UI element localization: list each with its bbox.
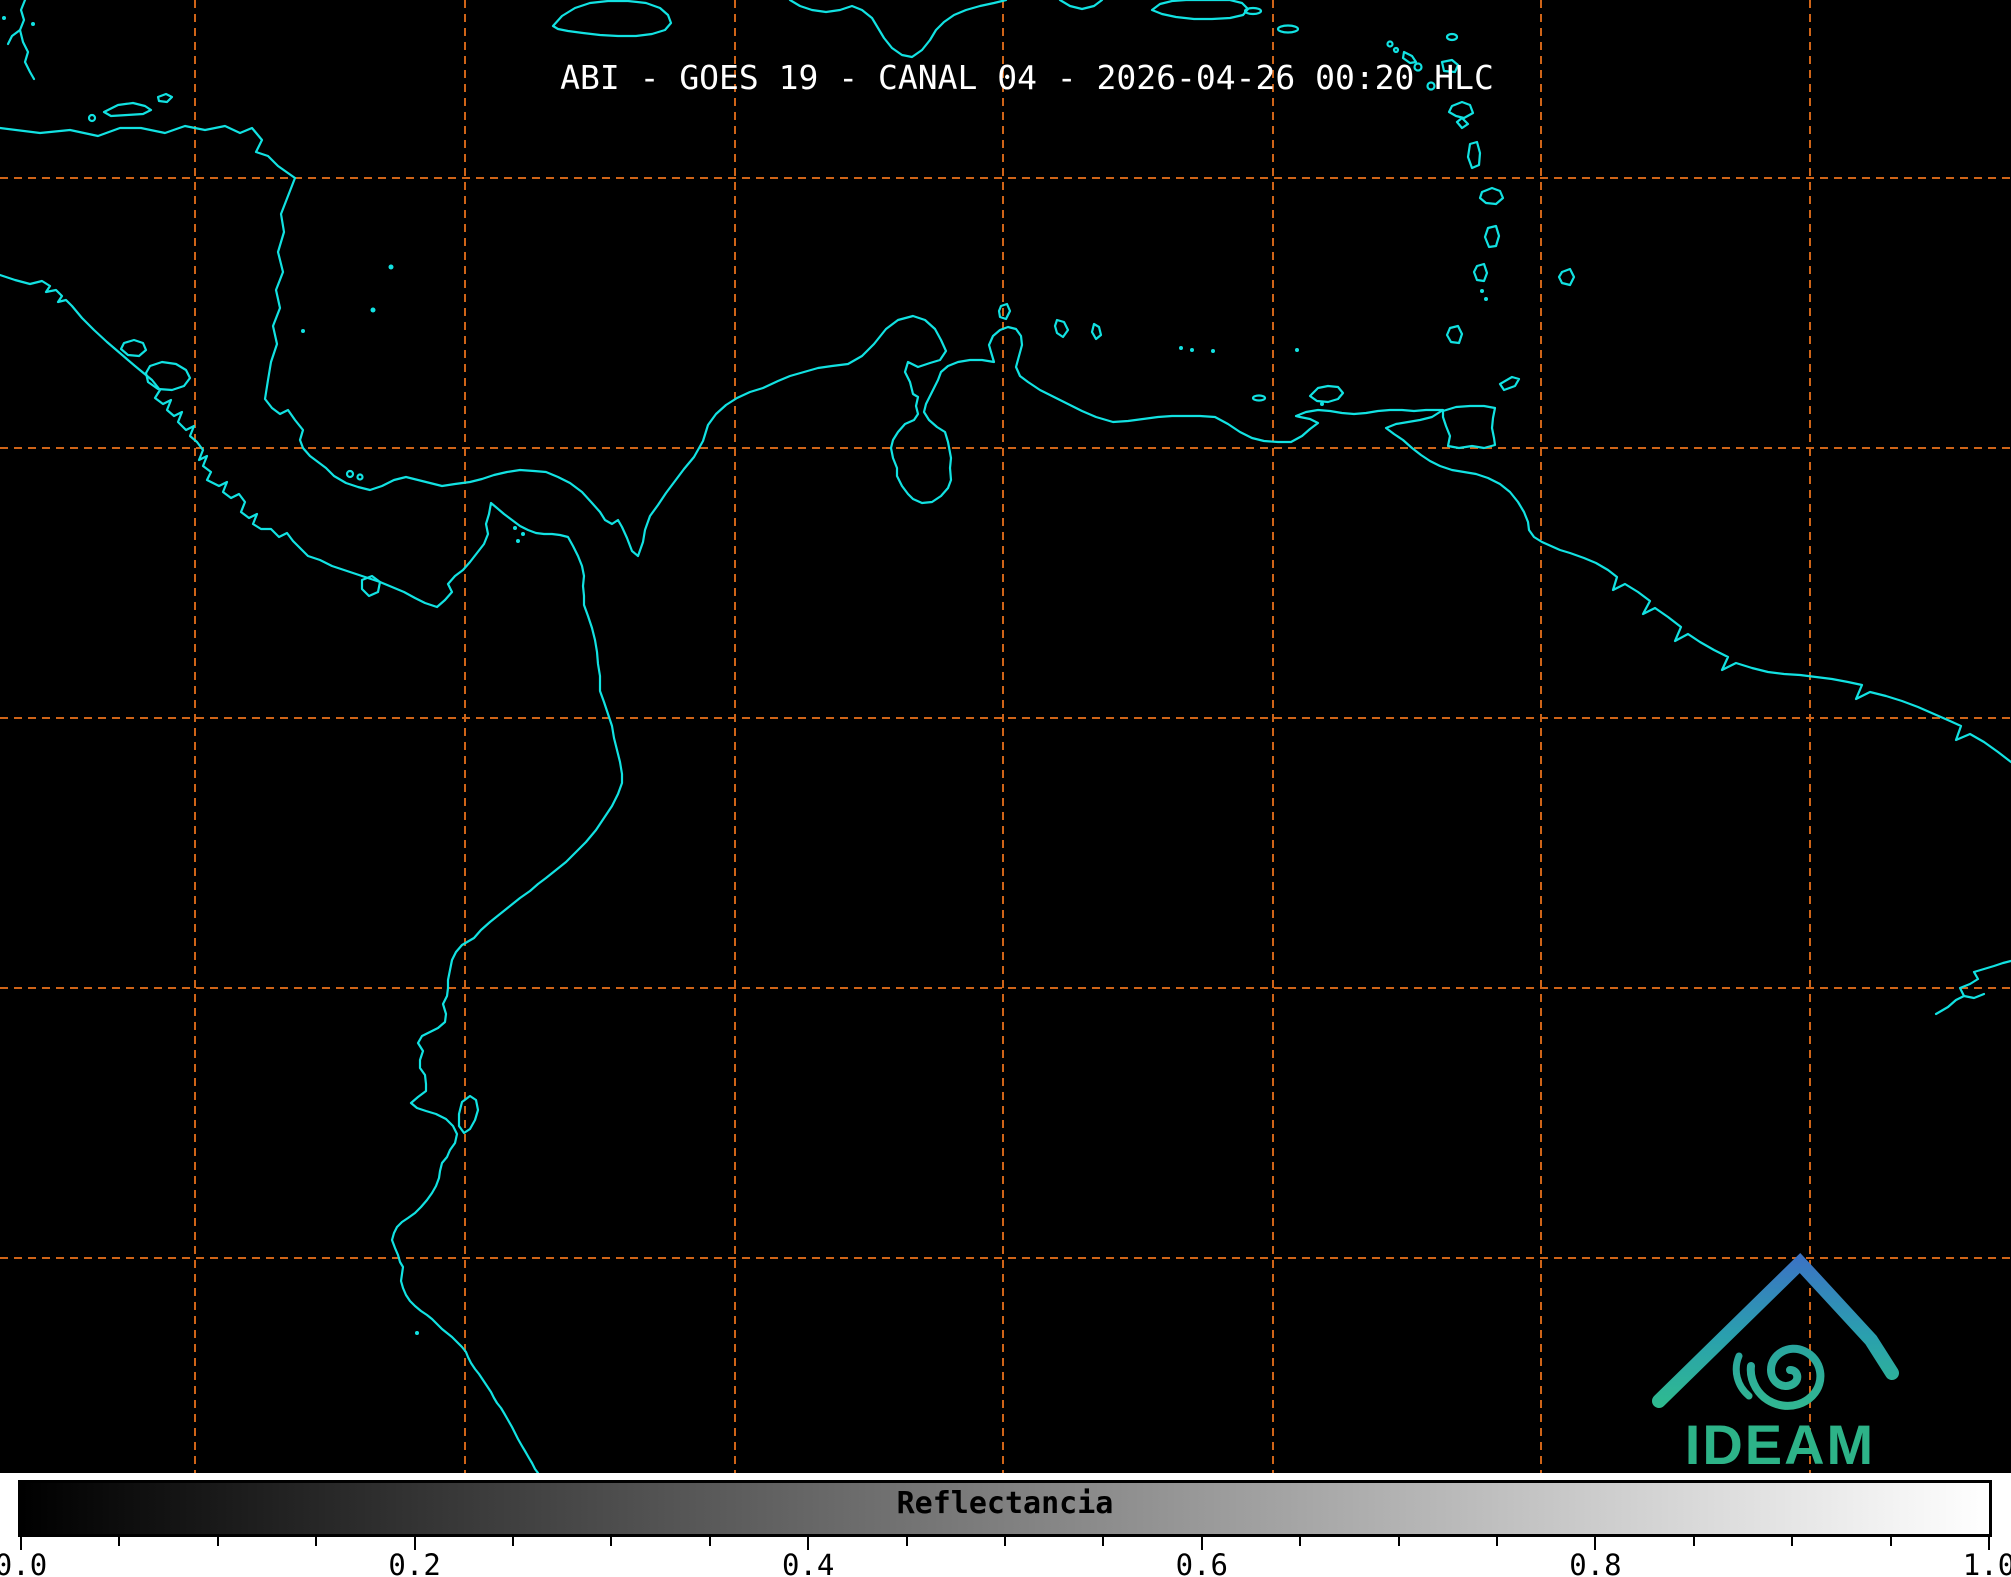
colorbar-minor-tick	[1004, 1537, 1006, 1546]
colorbar-minor-tick	[1889, 1537, 1892, 1546]
colorbar-tick-label: 0.6	[1175, 1548, 1228, 1577]
lake-nicaragua	[144, 360, 192, 392]
colorbar-tick-label: 0.2	[388, 1548, 441, 1577]
island-utila	[87, 113, 97, 123]
island-pearl-icon	[521, 532, 525, 536]
island-st-eustatius	[1392, 46, 1400, 54]
colorbar-tick-label: 0.4	[781, 1548, 835, 1577]
ideam-spiral-arc-icon	[1732, 1352, 1753, 1400]
island-pearl-icon	[513, 526, 517, 530]
colorbar-minor-tick	[1791, 1537, 1794, 1546]
island-la-blanquilla-icon	[1295, 348, 1299, 352]
island-grenadines-icon	[1484, 297, 1488, 301]
colorbar-tick-label: 0.8	[1569, 1548, 1622, 1577]
coastline-caribbean-mainland	[0, 124, 2011, 764]
island-martinique	[1478, 186, 1505, 206]
island-la-tortuga	[1251, 394, 1267, 402]
coastline-hispaniola-east	[1058, 0, 1104, 11]
colorbar-strip: Reflectancia 0.0 0.2 0.4 0.6 0.8 1.0	[0, 1473, 2011, 1577]
lake-managua	[119, 338, 148, 358]
map-canvas: IDEAM ABI - GOES 19 - CANAL 04 - 2026-04…	[0, 0, 2011, 1473]
island-los-roques-icon	[1190, 348, 1194, 352]
island-bonaire	[1090, 322, 1103, 341]
island-tobago	[1498, 375, 1521, 392]
island-guadeloupe-south	[1455, 116, 1470, 130]
coastline-hispaniola-south	[788, 0, 1008, 59]
coastline-pacific-mainland	[0, 273, 624, 1473]
island-jamaica	[551, 0, 673, 38]
colorbar-label: Reflectancia	[896, 1486, 1114, 1521]
island-margarita	[1308, 384, 1345, 404]
belize-caye-icon	[31, 22, 35, 26]
island-corn-icon	[301, 329, 305, 333]
coastlines	[0, 0, 2011, 1473]
colorbar-minor-tick	[1299, 1537, 1302, 1546]
colorbar-tick-label: 0.0	[0, 1548, 48, 1577]
island-grenadines-icon	[1480, 289, 1484, 293]
map-title: ABI - GOES 19 - CANAL 04 - 2026-04-26 00…	[560, 58, 1494, 97]
island-st-vincent	[1472, 262, 1489, 283]
colorbar-minor-tick	[315, 1537, 318, 1546]
colorbar-minor-tick	[708, 1537, 711, 1546]
island-roatan	[102, 101, 153, 118]
island-la-orchila-icon	[1211, 349, 1215, 353]
island-puna	[457, 1094, 480, 1135]
belize-caye-icon	[2, 16, 6, 20]
map-graphic: IDEAM	[0, 0, 2011, 1473]
colorbar-minor-tick	[216, 1537, 219, 1546]
island-st-lucia	[1483, 224, 1501, 249]
island-barbuda	[1445, 32, 1459, 42]
island-saba	[1386, 40, 1394, 48]
colorbar-minor-tick	[1102, 1537, 1105, 1546]
island-grenada	[1445, 324, 1464, 345]
island-guadeloupe	[1447, 100, 1475, 120]
colorbar-minor-tick	[610, 1537, 613, 1546]
island-pearl-icon	[516, 539, 520, 543]
coastline-amapa-spur	[1962, 992, 1986, 1000]
island-providencia-icon	[388, 264, 394, 270]
ideam-logo: IDEAM	[1652, 1252, 1899, 1473]
island-bocas-icon	[356, 473, 364, 481]
island-bocas-icon	[345, 469, 355, 479]
island-trinidad	[1441, 404, 1497, 450]
island-barbados	[1557, 267, 1576, 287]
colorbar-minor-tick	[512, 1537, 514, 1546]
island-san-andres-icon	[370, 307, 376, 313]
colorbar-minor-tick	[118, 1537, 121, 1546]
colorbar-minor-tick	[905, 1537, 908, 1546]
island-puerto-rico	[1150, 0, 1250, 21]
coastline-belize-spur	[6, 28, 22, 46]
colorbar-minor-tick	[1692, 1537, 1695, 1546]
ideam-logo-text: IDEAM	[1685, 1413, 1875, 1473]
island-dominica	[1466, 140, 1482, 170]
colorbar-tick-label: 1.0	[1962, 1548, 2011, 1577]
island-guanaja	[156, 92, 174, 104]
island-coche-icon	[1320, 402, 1324, 406]
satellite-product-frame: IDEAM ABI - GOES 19 - CANAL 04 - 2026-04…	[0, 0, 2011, 1577]
graticule-grid	[0, 0, 2011, 1473]
island-los-roques-icon	[1179, 346, 1183, 350]
island-lobos-icon	[415, 1331, 419, 1335]
island-curacao	[1053, 318, 1070, 339]
coastline-belize-fragment	[18, 0, 36, 81]
colorbar-minor-tick	[1496, 1537, 1498, 1546]
island-aruba	[997, 302, 1012, 321]
island-st-croix	[1276, 24, 1300, 34]
colorbar-minor-tick	[1397, 1537, 1400, 1546]
